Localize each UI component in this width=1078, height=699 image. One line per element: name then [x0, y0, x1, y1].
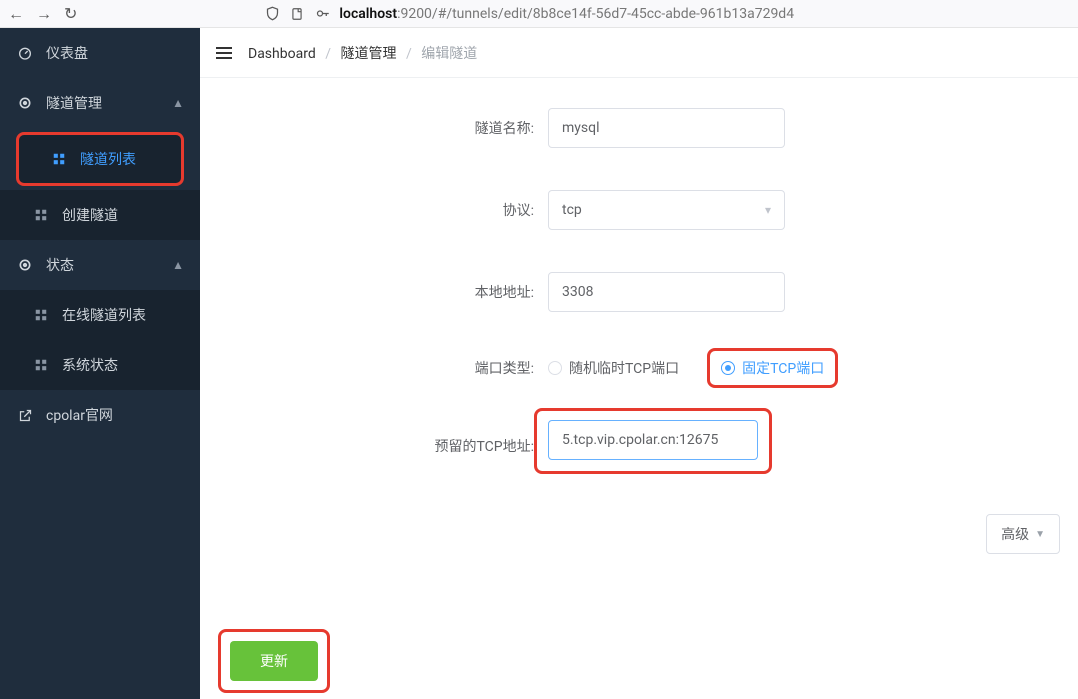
circle-icon	[16, 94, 34, 112]
advanced-button[interactable]: 高级 ▼	[986, 514, 1060, 554]
grid-icon	[50, 150, 68, 168]
reserved-tcp-input[interactable]	[548, 420, 758, 460]
chevron-down-icon: ▾	[765, 203, 771, 217]
grid-icon	[32, 356, 50, 374]
submit-wrap: 更新	[220, 631, 328, 691]
gauge-icon	[16, 44, 34, 62]
label-local-addr: 本地地址:	[200, 282, 548, 302]
sidebar-item-label: 隧道管理	[46, 93, 102, 113]
shield-icon	[265, 6, 280, 21]
breadcrumb: Dashboard / 隧道管理 / 编辑隧道	[248, 43, 477, 63]
radio-fixed-port[interactable]: 固定TCP端口	[721, 358, 824, 378]
menu-toggle-icon[interactable]	[216, 47, 232, 59]
chevron-up-icon: ▲	[172, 258, 184, 272]
grid-icon	[32, 206, 50, 224]
crumb-edit-tunnel: 编辑隧道	[421, 46, 477, 62]
sidebar-item-sys-status[interactable]: 系统状态	[0, 340, 200, 390]
label-reserved-tcp: 预留的TCP地址:	[200, 436, 548, 456]
sidebar-item-dashboard[interactable]: 仪表盘	[0, 28, 200, 78]
sidebar-item-tunnel-mgmt[interactable]: 隧道管理 ▲	[0, 78, 200, 128]
radio-label: 固定TCP端口	[742, 358, 824, 378]
external-link-icon	[16, 406, 34, 424]
browser-address-bar: ← → ↻ localhost:9200/#/tunnels/edit/8b8c…	[0, 0, 1078, 28]
radio-circle-icon	[548, 361, 562, 375]
sidebar: 仪表盘 隧道管理 ▲ 隧道列表 创建隧道	[0, 28, 200, 699]
sidebar-item-label: 隧道列表	[80, 149, 136, 169]
crumb-dashboard[interactable]: Dashboard	[248, 46, 316, 62]
lock-icon	[314, 6, 331, 21]
sidebar-item-label: 仪表盘	[46, 43, 88, 63]
sidebar-item-online-list[interactable]: 在线隧道列表	[0, 290, 200, 340]
top-header: Dashboard / 隧道管理 / 编辑隧道	[200, 28, 1078, 78]
back-icon[interactable]: ←	[8, 6, 24, 22]
caret-down-icon: ▼	[1035, 529, 1045, 540]
crumb-tunnel-mgmt[interactable]: 隧道管理	[340, 46, 396, 62]
page-icon	[290, 7, 304, 21]
chevron-up-icon: ▲	[172, 96, 184, 110]
grid-icon	[32, 306, 50, 324]
main-content: Dashboard / 隧道管理 / 编辑隧道 隧道名称: 协议: tcp ▾	[200, 28, 1078, 699]
sidebar-item-status[interactable]: 状态 ▲	[0, 240, 200, 290]
sidebar-item-label: cpolar官网	[46, 405, 113, 425]
sidebar-item-create-tunnel[interactable]: 创建隧道	[0, 190, 200, 240]
radio-circle-icon	[721, 361, 735, 375]
sidebar-item-label: 创建隧道	[62, 205, 118, 225]
protocol-value: tcp	[562, 202, 582, 218]
sidebar-item-label: 在线隧道列表	[62, 305, 146, 325]
sidebar-item-official-site[interactable]: cpolar官网	[0, 390, 200, 440]
label-protocol: 协议:	[200, 200, 548, 220]
reload-icon[interactable]: ↻	[64, 6, 77, 22]
sidebar-item-label: 状态	[46, 255, 74, 275]
radio-random-port[interactable]: 随机临时TCP端口	[548, 358, 679, 378]
sidebar-item-tunnel-list[interactable]: 隧道列表	[18, 134, 182, 184]
label-tunnel-name: 隧道名称:	[200, 118, 548, 138]
url-text[interactable]: localhost:9200/#/tunnels/edit/8b8ce14f-5…	[339, 6, 794, 22]
radio-label: 随机临时TCP端口	[569, 358, 679, 378]
label-port-type: 端口类型:	[200, 358, 548, 378]
submit-button[interactable]: 更新	[230, 641, 318, 681]
submit-label: 更新	[260, 654, 288, 670]
advanced-label: 高级	[1001, 524, 1029, 544]
circle-icon	[16, 256, 34, 274]
forward-icon[interactable]: →	[36, 6, 52, 22]
protocol-select[interactable]: tcp ▾	[548, 190, 785, 230]
sidebar-item-label: 系统状态	[62, 355, 118, 375]
local-addr-input[interactable]	[548, 272, 785, 312]
tunnel-name-input[interactable]	[548, 108, 785, 148]
